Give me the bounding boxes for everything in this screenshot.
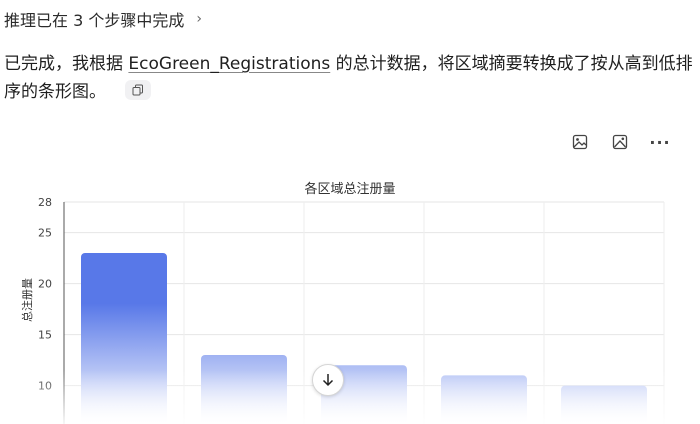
chevron-right-icon: › bbox=[196, 11, 202, 27]
reasoning-summary-toggle[interactable]: 推理已在 3 个步骤中完成 › bbox=[4, 6, 202, 32]
assistant-message: 已完成，我根据 EcoGreen_Registrations 的总计数据，将区域… bbox=[4, 50, 694, 106]
y-tick-label: 15 bbox=[38, 329, 52, 342]
more-icon[interactable]: ··· bbox=[646, 130, 674, 154]
y-tick-label: 20 bbox=[38, 278, 52, 291]
scroll-down-button[interactable] bbox=[312, 364, 344, 396]
bar bbox=[81, 253, 167, 424]
message-text-part1: 已完成，我根据 bbox=[4, 54, 123, 74]
bar bbox=[201, 355, 287, 424]
chart-canvas: 10 15 20 25 28 bbox=[38, 196, 665, 424]
chart-toolbar: ··· bbox=[566, 130, 674, 154]
y-tick-label: 25 bbox=[38, 227, 52, 240]
dataset-reference-link[interactable]: EcoGreen_Registrations bbox=[128, 54, 330, 74]
image-alt-icon[interactable] bbox=[606, 130, 634, 154]
image-icon[interactable] bbox=[566, 130, 594, 154]
y-tick-label: 28 bbox=[38, 196, 52, 209]
y-tick-label: 10 bbox=[38, 380, 52, 393]
bar-chart: 各区域总注册量 总注册量 10 15 20 25 28 bbox=[0, 170, 700, 424]
bar bbox=[561, 385, 647, 424]
copy-icon[interactable] bbox=[125, 80, 152, 100]
arrow-down-icon bbox=[320, 372, 336, 388]
bar bbox=[441, 375, 527, 424]
reasoning-label: 推理已在 3 个步骤中完成 bbox=[4, 11, 185, 30]
